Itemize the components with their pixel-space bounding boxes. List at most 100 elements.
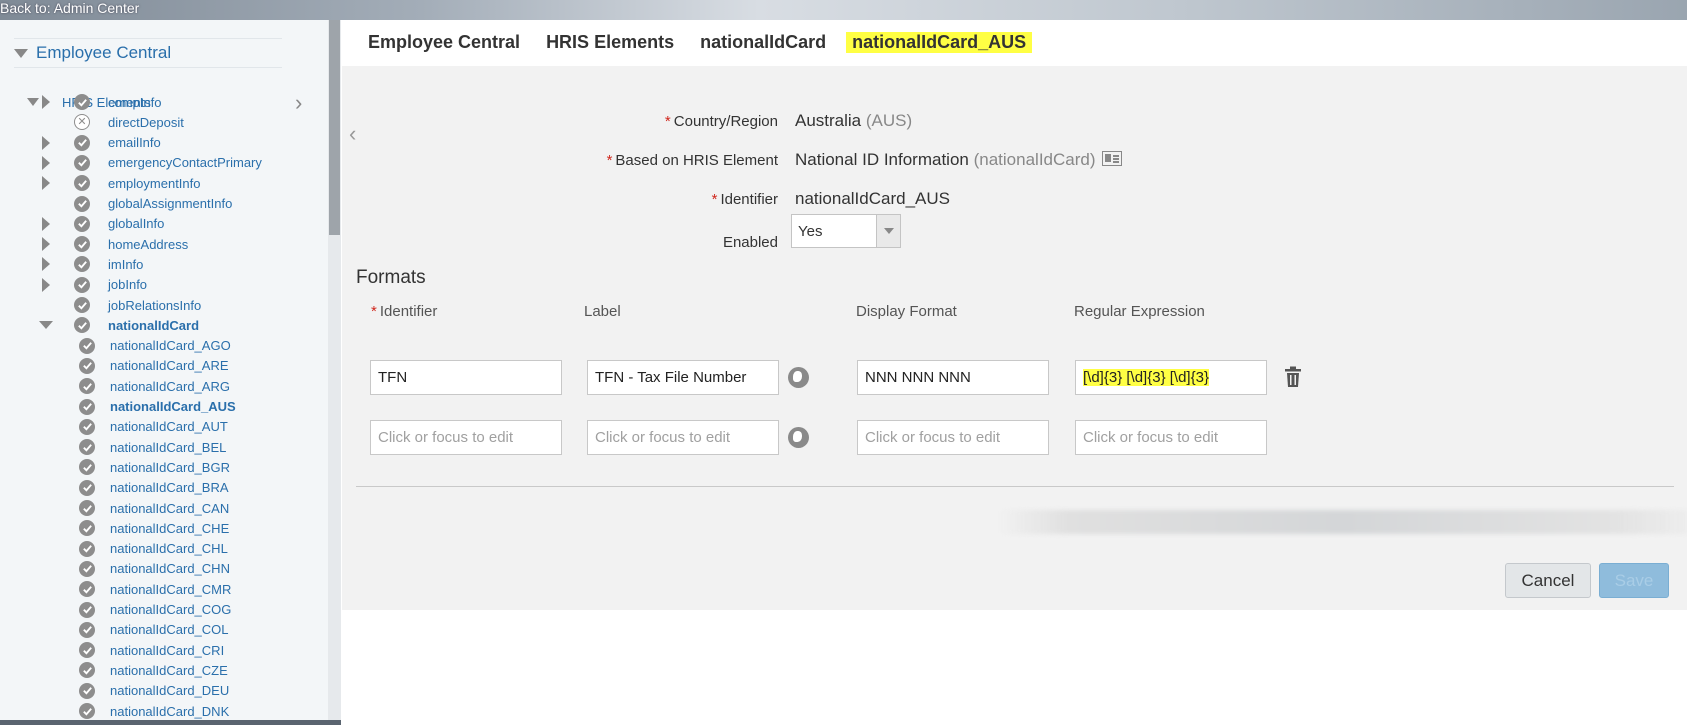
expand-triangle-icon[interactable]: [42, 176, 50, 191]
save-button[interactable]: Save: [1599, 563, 1669, 598]
tree-item[interactable]: ✕ directDeposit: [0, 112, 320, 132]
tree-scrollbar[interactable]: [328, 20, 341, 720]
tree-child-item[interactable]: nationalIdCard_COG: [0, 600, 320, 620]
tree-item[interactable]: nationalIdCard: [0, 315, 320, 335]
new-identifier-input[interactable]: Click or focus to edit: [370, 420, 562, 455]
tree-child-label: nationalIdCard_ARE: [110, 358, 229, 374]
tree-child-label: nationalIdCard_DNK: [110, 703, 230, 719]
check-circle-icon: [74, 195, 90, 212]
tree-child-label: nationalIdCard_CRI: [110, 642, 225, 658]
check-circle-icon: [79, 540, 95, 557]
breadcrumb-item[interactable]: HRIS Elements: [546, 32, 674, 53]
expand-triangle-icon[interactable]: [42, 135, 50, 150]
caret-down-icon[interactable]: [876, 215, 900, 247]
collapse-triangle-icon[interactable]: [39, 321, 53, 330]
tree-root-label: Employee Central: [36, 43, 172, 62]
tree-child-label: nationalIdCard_CHE: [110, 520, 230, 536]
based-on-label: * Based on HRIS Element: [606, 152, 778, 169]
tree-child-item[interactable]: nationalIdCard_CMR: [0, 579, 320, 599]
tree-item-label: employmentInfo: [108, 175, 201, 191]
check-circle-icon: [79, 479, 95, 496]
tree-item-label: nationalIdCard: [108, 317, 200, 333]
tree-child-label: nationalIdCard_BRA: [110, 480, 229, 496]
id-card-icon[interactable]: [1101, 151, 1122, 166]
tree-item[interactable]: emailInfo: [0, 133, 320, 153]
tree-child-item[interactable]: nationalIdCard_CAN: [0, 498, 320, 518]
tree-child-item[interactable]: nationalIdCard_CRI: [0, 640, 320, 660]
tree-child-label: nationalIdCard_AUT: [110, 419, 228, 435]
trash-icon[interactable]: [1284, 366, 1302, 388]
tree-child-label: nationalIdCard_AUS: [110, 399, 236, 414]
col-label: Label: [584, 303, 621, 320]
identifier-label: * Identifier: [711, 191, 778, 208]
enabled-select[interactable]: Yes: [791, 214, 901, 248]
format-label-input[interactable]: TFN - Tax File Number: [587, 360, 779, 395]
check-circle-icon: [74, 175, 90, 192]
globe-icon[interactable]: [788, 367, 809, 388]
enabled-select-value: Yes: [798, 222, 823, 240]
tree-item[interactable]: globalInfo: [0, 214, 320, 234]
expand-triangle-icon[interactable]: [42, 155, 50, 170]
new-display-input[interactable]: Click or focus to edit: [857, 420, 1049, 455]
expand-triangle-icon[interactable]: [42, 257, 50, 272]
tree-item[interactable]: imInfo: [0, 254, 320, 274]
tree-child-label: nationalIdCard_CMR: [110, 581, 232, 597]
expand-triangle-icon[interactable]: [42, 277, 50, 292]
enabled-label: Enabled: [722, 234, 778, 251]
tree-child-item[interactable]: nationalIdCard_AGO: [0, 336, 320, 356]
tree-item[interactable]: globalAssignmentInfo: [0, 194, 320, 214]
blurred-area: [998, 510, 1687, 534]
tree-child-item[interactable]: nationalIdCard_AUT: [0, 417, 320, 437]
tree-child-item[interactable]: nationalIdCard_ARG: [0, 376, 320, 396]
tree-child-item[interactable]: nationalIdCard_CHN: [0, 559, 320, 579]
expand-triangle-icon[interactable]: [42, 95, 50, 109]
tree-child-item[interactable]: nationalIdCard_AUS: [0, 397, 320, 417]
collapse-triangle-icon[interactable]: [14, 48, 28, 58]
tree-item-label: globalAssignmentInfo: [108, 196, 233, 211]
expand-triangle-icon[interactable]: [42, 237, 50, 252]
tree-child-item[interactable]: nationalIdCard_BRA: [0, 478, 320, 498]
check-circle-icon: [79, 682, 95, 699]
check-circle-icon: [79, 703, 95, 719]
based-on-value: National ID Information (nationalIdCard): [795, 150, 1122, 170]
new-label-input[interactable]: Click or focus to edit: [587, 420, 779, 455]
cancel-button[interactable]: Cancel: [1505, 563, 1591, 598]
tree-item-label: emailInfo: [108, 135, 161, 151]
tree-child-item[interactable]: nationalIdCard_BGR: [0, 457, 320, 477]
tree-child-item[interactable]: nationalIdCard_DEU: [0, 681, 320, 701]
breadcrumb-item[interactable]: nationalIdCard: [700, 32, 826, 53]
check-circle-icon: [79, 581, 95, 598]
globe-icon[interactable]: [788, 427, 809, 448]
col-identifier: * Identifier: [371, 303, 438, 320]
check-circle-icon: [74, 297, 90, 313]
check-circle-icon: [79, 662, 95, 679]
tree-child-label: nationalIdCard_CHN: [110, 561, 230, 577]
form-area: ‹ * Country/Region Australia (AUS) * Based…: [342, 66, 1687, 610]
format-regex-input[interactable]: [\d]{3} [\d]{3} [\d]{3}: [1075, 360, 1267, 395]
tree-child-item[interactable]: nationalIdCard_ARE: [0, 356, 320, 376]
tree-root[interactable]: Employee Central: [14, 38, 282, 68]
tree-child-label: nationalIdCard_CZE: [110, 662, 228, 678]
format-identifier-input[interactable]: TFN: [370, 360, 562, 395]
tree-item[interactable]: jobRelationsInfo: [0, 295, 320, 315]
new-regex-input[interactable]: Click or focus to edit: [1075, 420, 1267, 455]
tree-scrollbar-thumb[interactable]: [329, 20, 340, 235]
tree-item-label: compInfo: [108, 94, 162, 110]
format-display-input[interactable]: NNN NNN NNN: [857, 360, 1049, 395]
tree-child-item[interactable]: nationalIdCard_CHL: [0, 539, 320, 559]
tree-child-item[interactable]: nationalIdCard_CHE: [0, 518, 320, 538]
tree-child-item[interactable]: nationalIdCard_COL: [0, 620, 320, 640]
tree-child-item[interactable]: nationalIdCard_CZE: [0, 660, 320, 680]
tree-item[interactable]: compInfo: [0, 92, 320, 112]
tree-item[interactable]: jobInfo: [0, 275, 320, 295]
tree-child-item[interactable]: nationalIdCard_BEL: [0, 437, 320, 457]
back-to-admin-center-link[interactable]: Back to: Admin Center: [0, 0, 139, 18]
x-circle-icon: ✕: [74, 114, 90, 131]
tree-item[interactable]: emergencyContactPrimary: [0, 153, 320, 173]
expand-triangle-icon[interactable]: [42, 216, 50, 231]
tree-item[interactable]: employmentInfo: [0, 173, 320, 193]
tree-item[interactable]: homeAddress: [0, 234, 320, 254]
breadcrumb-item[interactable]: Employee Central: [368, 32, 520, 53]
tree-child-item[interactable]: nationalIdCard_DNK: [0, 701, 320, 720]
tree-item-label: directDeposit: [108, 114, 184, 130]
